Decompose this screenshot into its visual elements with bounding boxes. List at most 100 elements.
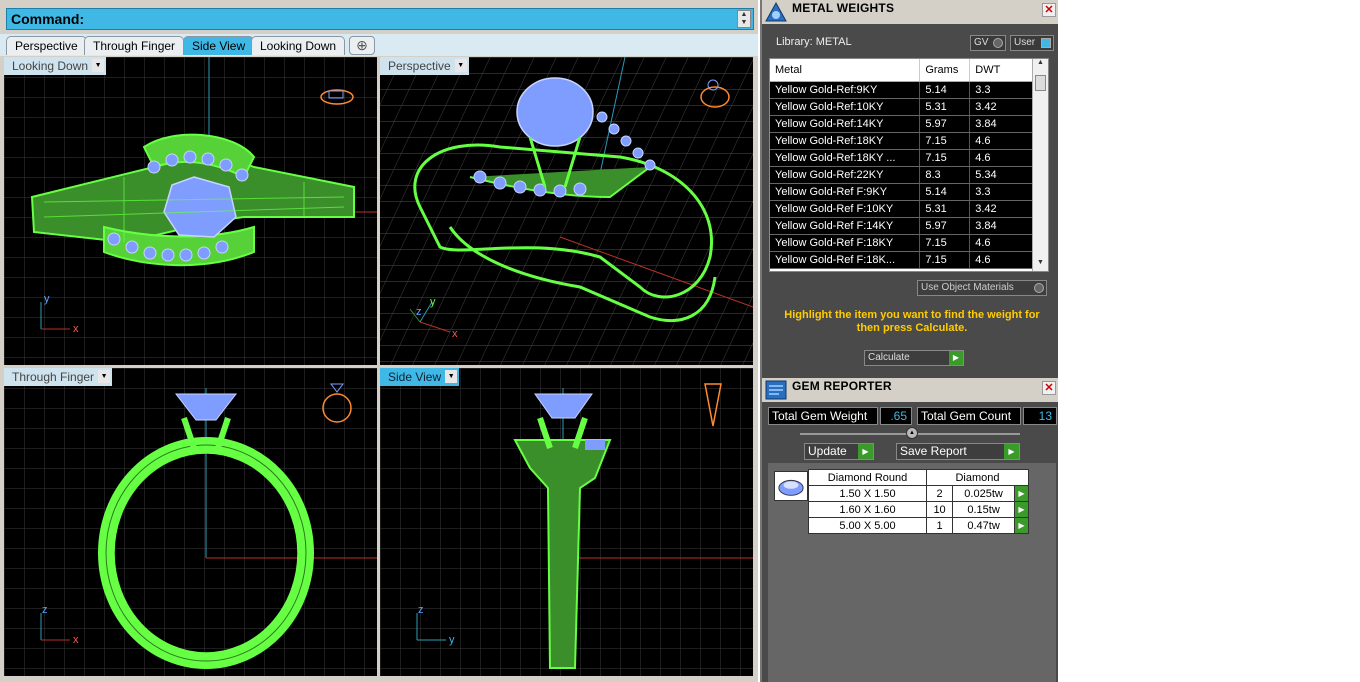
- metal-cell: Yellow Gold-Ref F:10KY: [770, 200, 921, 218]
- dwt-cell: 3.3: [969, 81, 1040, 99]
- user-toggle[interactable]: User: [1010, 35, 1054, 51]
- metal-weights-header: METAL WEIGHTS ✕: [762, 0, 1058, 24]
- update-button[interactable]: Update ▶: [804, 443, 874, 460]
- gv-toggle[interactable]: GV: [970, 35, 1006, 51]
- gem-select-arrow-icon[interactable]: ▶: [1014, 485, 1029, 502]
- gem-count-cell: 2: [925, 485, 954, 502]
- viewport-through-finger[interactable]: z x Through Finger ▼: [4, 368, 377, 676]
- gem-row: 1.60 X 1.60 10 0.15tw ▶: [808, 501, 1029, 518]
- gem-weight-cell: 0.47tw: [952, 517, 1015, 534]
- axis-z-label: z: [416, 306, 422, 318]
- gem-type-header: Diamond: [926, 469, 1029, 486]
- dwt-cell: 4.6: [969, 132, 1040, 150]
- axis-y-label: y: [449, 634, 455, 646]
- scroll-thumb[interactable]: [1035, 75, 1046, 91]
- axis-z-label: z: [418, 604, 424, 616]
- gem-reporter-header: GEM REPORTER ✕: [762, 378, 1058, 402]
- table-row[interactable]: Yellow Gold-Ref:14KY 5.97 3.84: [770, 115, 1040, 133]
- dwt-cell: 3.3: [969, 183, 1040, 201]
- table-row[interactable]: Yellow Gold-Ref:9KY 5.14 3.3: [770, 81, 1040, 99]
- command-label: Command:: [11, 11, 85, 27]
- total-gem-count-value: 13: [1023, 407, 1057, 425]
- gem-report-area: Diamond Round Diamond 1.50 X 1.50 2 0.025t…: [768, 463, 1056, 682]
- dwt-cell: 3.84: [969, 217, 1040, 235]
- column-header-dwt[interactable]: DWT: [969, 59, 1040, 82]
- command-bar[interactable]: Command: ▲ ▼: [6, 8, 754, 30]
- viewport-looking-down[interactable]: y x Looking Down ▼: [4, 57, 377, 365]
- tab-looking-down[interactable]: Looking Down: [251, 36, 346, 55]
- save-report-button[interactable]: Save Report ▶: [896, 443, 1020, 460]
- tab-side-view[interactable]: Side View: [183, 36, 255, 55]
- tab-through-finger[interactable]: Through Finger: [84, 36, 185, 55]
- total-gem-count-label: Total Gem Count: [917, 407, 1021, 425]
- chevron-down-icon[interactable]: ▼: [445, 370, 458, 383]
- gem-select-arrow-icon[interactable]: ▶: [1014, 501, 1029, 518]
- viewport-label-perspective[interactable]: Perspective ▼: [380, 57, 469, 75]
- tab-perspective[interactable]: Perspective: [6, 36, 87, 55]
- viewport-label-side-view[interactable]: Side View ▼: [380, 368, 460, 386]
- viewport-label-through-finger[interactable]: Through Finger ▼: [4, 368, 113, 386]
- table-row[interactable]: Yellow Gold-Ref:18KY 7.15 4.6: [770, 132, 1040, 150]
- perspective-canvas: z x y: [380, 57, 753, 365]
- total-gem-weight-label: Total Gem Weight: [768, 407, 878, 425]
- app-window: Command: ▲ ▼ Perspective Through Finger …: [0, 0, 1360, 682]
- use-object-materials-toggle[interactable]: Use Object Materials: [917, 280, 1047, 296]
- viewport-side-view[interactable]: z y Side View ▼: [380, 368, 753, 676]
- gem-select-arrow-icon[interactable]: ▶: [1014, 517, 1029, 534]
- chevron-down-icon[interactable]: ▼: [98, 370, 111, 383]
- gem-reporter-logo-icon: [765, 380, 787, 400]
- gem-count-cell: 1: [925, 517, 954, 534]
- chevron-down-icon[interactable]: ▼: [92, 59, 105, 72]
- metal-cell: Yellow Gold-Ref:18KY: [770, 132, 921, 150]
- table-row[interactable]: Yellow Gold-Ref F:10KY 5.31 3.42: [770, 200, 1040, 218]
- axis-x-label: x: [73, 634, 79, 646]
- close-icon[interactable]: ✕: [1042, 381, 1056, 395]
- metal-cell: Yellow Gold-Ref F:14KY: [770, 217, 921, 235]
- dwt-cell: 3.84: [969, 115, 1040, 133]
- metal-cell: Yellow Gold-Ref:10KY: [770, 98, 921, 116]
- looking-down-canvas: y x: [4, 57, 377, 365]
- calculate-label: Calculate: [868, 352, 910, 363]
- grams-cell: 7.15: [919, 234, 971, 252]
- viewport-perspective[interactable]: z x y Perspective ▼: [380, 57, 753, 365]
- axis-z-label: z: [42, 604, 48, 616]
- metal-scrollbar[interactable]: ▲ ▼: [1032, 59, 1048, 271]
- user-label: User: [1014, 37, 1036, 48]
- scroll-up-icon[interactable]: ▲: [738, 11, 750, 19]
- viewport-label-text: Side View: [388, 370, 442, 384]
- gem-shape-header: Diamond Round: [808, 469, 927, 486]
- metal-cell: Yellow Gold-Ref:18KY ...: [770, 149, 921, 167]
- table-row[interactable]: Yellow Gold-Ref:10KY 5.31 3.42: [770, 98, 1040, 116]
- column-header-grams[interactable]: Grams: [919, 59, 971, 82]
- play-arrow-icon: ▶: [858, 444, 873, 459]
- close-icon[interactable]: ✕: [1042, 3, 1056, 17]
- viewport-label-looking-down[interactable]: Looking Down ▼: [4, 57, 107, 75]
- dwt-cell: 4.6: [969, 234, 1040, 252]
- grams-cell: 5.14: [919, 183, 971, 201]
- metal-table[interactable]: Metal Grams DWT Yellow Gold-Ref:9KY 5.14 3…: [769, 58, 1049, 272]
- instruction-message: Highlight the item you want to find the …: [784, 309, 1040, 334]
- table-row[interactable]: Yellow Gold-Ref F:18KY 7.15 4.6: [770, 234, 1040, 252]
- scroll-down-icon[interactable]: ▼: [1033, 259, 1048, 271]
- metal-cell: Yellow Gold-Ref:9KY: [770, 81, 921, 99]
- metal-weights-title: METAL WEIGHTS: [792, 1, 895, 15]
- scroll-up-icon[interactable]: ▲: [1033, 59, 1048, 71]
- gem-size-cell: 1.50 X 1.50: [808, 485, 927, 502]
- table-row[interactable]: Yellow Gold-Ref:22KY 8.3 5.34: [770, 166, 1040, 184]
- add-view-icon[interactable]: ⊕: [349, 36, 375, 55]
- table-row[interactable]: Yellow Gold-Ref:18KY ... 7.15 4.6: [770, 149, 1040, 167]
- gem-size-cell: 1.60 X 1.60: [808, 501, 927, 518]
- scroll-down-icon[interactable]: ▼: [738, 19, 750, 27]
- table-row[interactable]: Yellow Gold-Ref F:18K... 7.15 4.6: [770, 251, 1040, 269]
- grams-cell: 7.15: [919, 132, 971, 150]
- calculate-button[interactable]: Calculate ▶: [864, 350, 964, 366]
- slider-handle-icon[interactable]: ▲: [906, 427, 918, 439]
- chevron-down-icon[interactable]: ▼: [454, 59, 467, 72]
- table-row[interactable]: Yellow Gold-Ref F:9KY 5.14 3.3: [770, 183, 1040, 201]
- play-arrow-icon: ▶: [949, 351, 963, 365]
- gem-weight-cell: 0.15tw: [952, 501, 1015, 518]
- column-header-metal[interactable]: Metal: [770, 59, 921, 82]
- command-scroll[interactable]: ▲ ▼: [737, 10, 751, 28]
- gem-row: 5.00 X 5.00 1 0.47tw ▶: [808, 517, 1029, 534]
- table-row[interactable]: Yellow Gold-Ref F:14KY 5.97 3.84: [770, 217, 1040, 235]
